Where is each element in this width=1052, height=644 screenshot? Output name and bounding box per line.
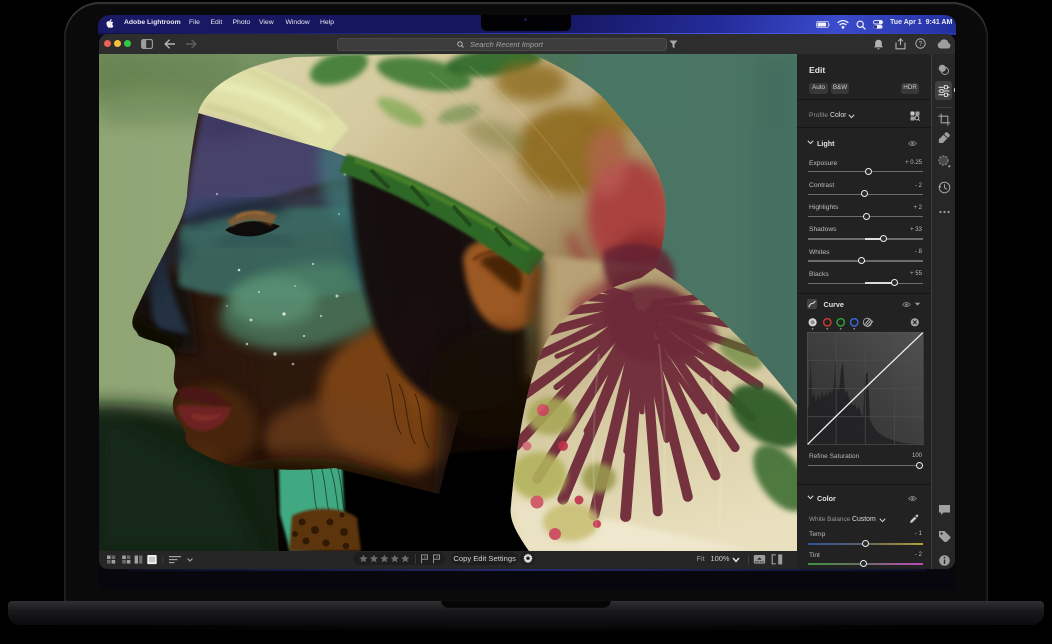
svg-text:?: ? (918, 41, 922, 48)
